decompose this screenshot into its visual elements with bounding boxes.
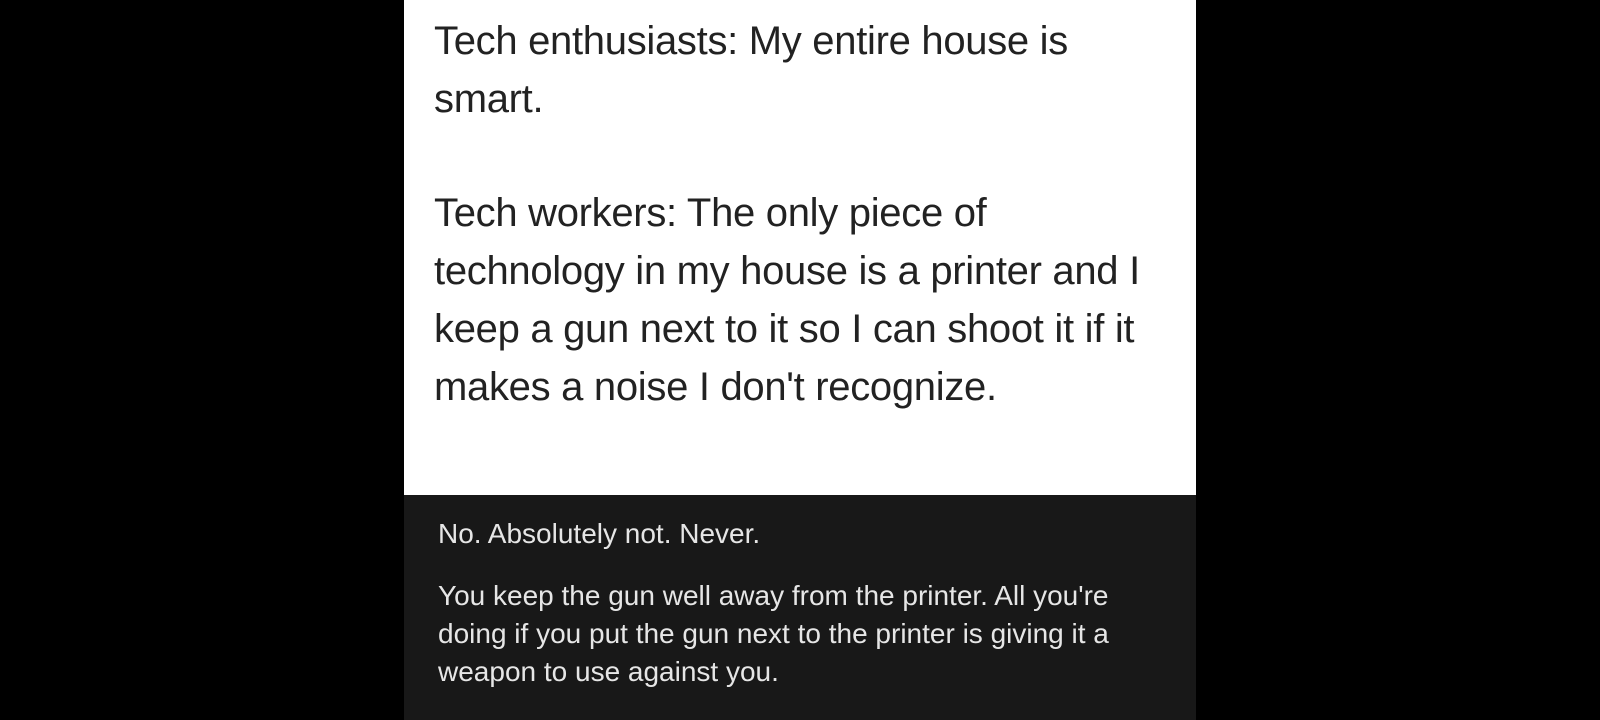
post-text-workers: Tech workers: The only piece of technolo… [434, 191, 1140, 409]
post-card: Tech enthusiasts: My entire house is sma… [404, 0, 1196, 495]
reply-text-explanation: You keep the gun well away from the prin… [438, 580, 1109, 687]
reply-text-refusal: No. Absolutely not. Never. [438, 518, 761, 549]
reply-card: No. Absolutely not. Never. You keep the … [404, 495, 1196, 720]
screenshot-frame: Tech enthusiasts: My entire house is sma… [0, 0, 1600, 720]
content-column: Tech enthusiasts: My entire house is sma… [404, 0, 1196, 720]
post-text-enthusiasts: Tech enthusiasts: My entire house is sma… [434, 19, 1068, 121]
